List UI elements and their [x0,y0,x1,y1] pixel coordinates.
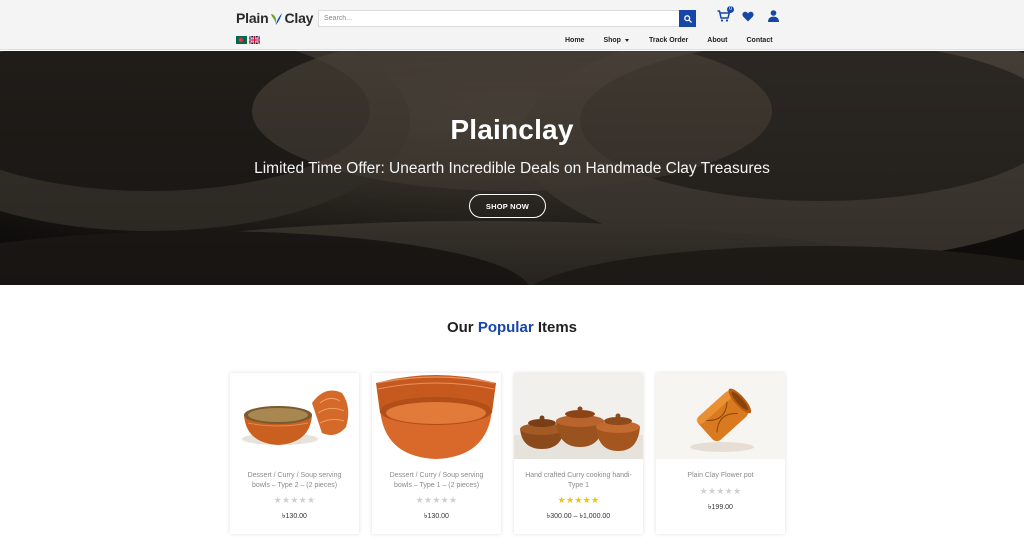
uk-flag[interactable] [249,36,260,44]
rating-stars: ★★★★★ [415,495,458,505]
bangladesh-flag[interactable] [236,36,247,44]
product-name[interactable]: Dessert / Curry / Soup serving bowls – T… [380,471,493,490]
rating-stars: ★★★★★ [699,486,742,496]
product-card[interactable]: Dessert / Curry / Soup serving bowls – T… [230,373,359,534]
logo-text-right: Clay [284,10,314,26]
search-input[interactable] [318,10,679,27]
product-image[interactable] [230,373,359,459]
logo-text-left: Plain [236,10,269,26]
product-image[interactable] [372,373,501,459]
language-switcher [236,36,260,44]
nav-home[interactable]: Home [565,37,584,44]
product-name[interactable]: Plain Clay Flower pot [664,471,777,481]
nav-shop-label: Shop [603,36,621,44]
rating-stars: ★★★★★ [273,495,316,505]
product-card[interactable]: Dessert / Curry / Soup serving bowls – T… [372,373,501,534]
product-name[interactable]: Dessert / Curry / Soup serving bowls – T… [238,471,351,490]
hero-title: Plainclay [450,114,574,145]
product-price: ৳300.00 – ৳1,000.00 [546,513,611,520]
heart-icon [742,11,754,21]
hero-banner: Plainclay Limited Time Offer: Unearth In… [0,51,1024,285]
product-price: ৳130.00 [424,513,449,520]
rating-stars: ★★★★★ [557,495,600,505]
site-logo[interactable]: Plain Clay [236,8,313,28]
main-nav: Home Shop Track Order About Contact [565,35,773,45]
product-price: ৳199.00 [708,504,733,511]
header-actions: 0 [716,6,791,23]
product-info: Dessert / Curry / Soup serving bowls – T… [372,459,501,534]
hero-subtitle: Limited Time Offer: Unearth Incredible D… [254,160,770,177]
nav-track-order[interactable]: Track Order [649,37,688,44]
product-price: ৳130.00 [282,513,307,520]
account-button[interactable] [766,9,780,23]
search-bar [318,10,696,27]
leaf-icon [271,13,283,25]
chevron-down-icon [624,38,629,42]
search-button[interactable] [679,10,696,27]
product-name[interactable]: Hand crafted Curry cooking handi- Type 1 [522,471,635,490]
shop-now-button[interactable]: SHOP NOW [469,194,546,218]
product-card[interactable]: Plain Clay Flower pot ★★★★★ ৳199.00 [656,373,785,534]
wishlist-button[interactable] [741,9,755,23]
section-title-highlight: Popular [477,319,534,336]
cart-count-badge: 0 [727,6,734,13]
product-image[interactable] [656,373,785,459]
product-image[interactable] [514,373,643,459]
product-card[interactable]: Hand crafted Curry cooking handi- Type 1… [514,373,643,534]
product-grid: Dessert / Curry / Soup serving bowls – T… [230,373,785,534]
section-title-end: Items [533,319,578,336]
product-info: Plain Clay Flower pot ★★★★★ ৳199.00 [656,459,785,525]
product-info: Hand crafted Curry cooking handi- Type 1… [514,459,643,534]
nav-contact[interactable]: Contact [746,37,772,44]
section-title: Our Popular Items [0,319,1024,336]
section-title-start: Our [446,319,478,336]
cart-button[interactable]: 0 [716,6,734,23]
nav-shop[interactable]: Shop [603,37,629,44]
user-icon [767,10,779,22]
product-info: Dessert / Curry / Soup serving bowls – T… [230,459,359,534]
site-header: Plain Clay 0 [0,0,1024,50]
search-icon [683,14,692,23]
nav-about[interactable]: About [707,37,727,44]
